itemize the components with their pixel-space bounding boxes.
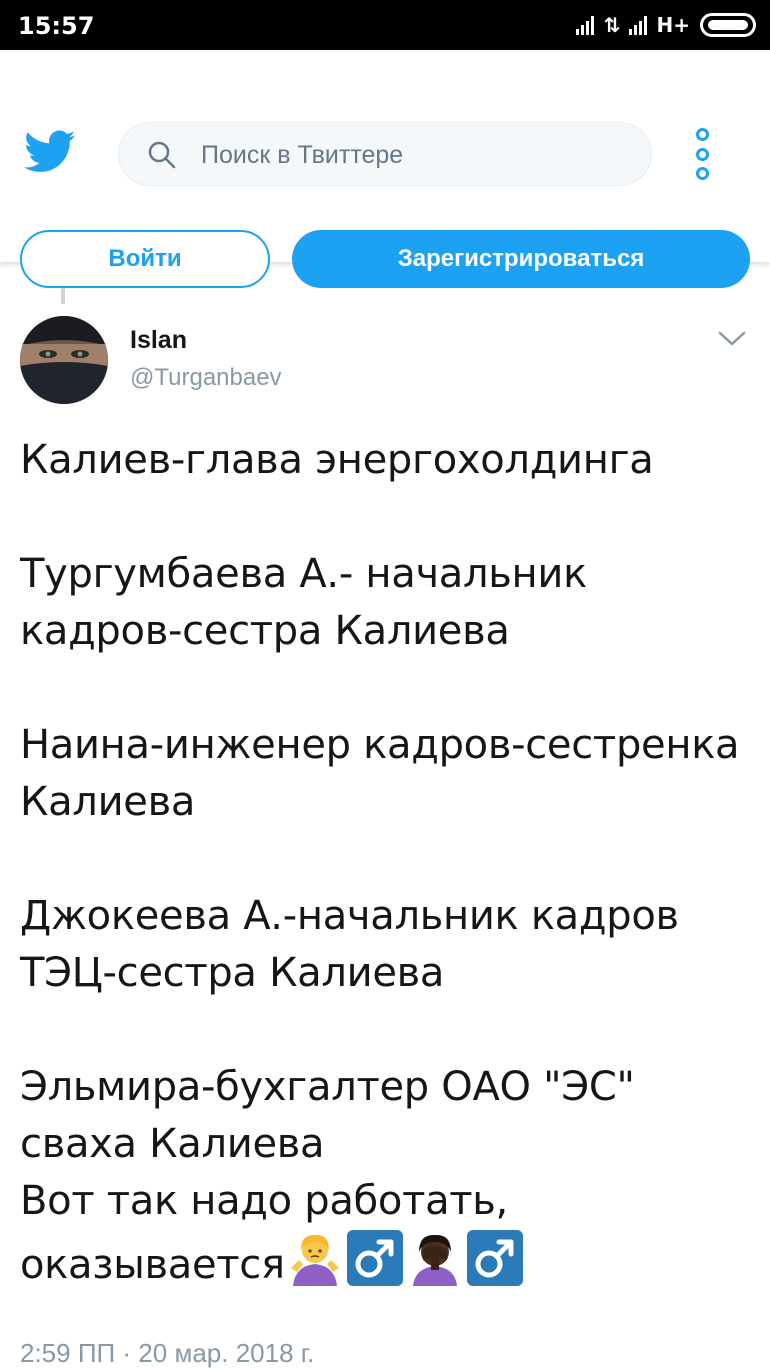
login-button[interactable]: Войти [20, 230, 270, 288]
avatar-image [20, 316, 108, 404]
signal-icon [628, 15, 647, 35]
status-bar: 15:57 ⇅ H+ [0, 0, 770, 50]
twitter-bird-icon[interactable] [24, 130, 76, 174]
tweet-timestamp[interactable]: 2:59 ПП · 20 мар. 2018 г. [20, 1338, 314, 1369]
tweet-line: Тургумбаева А.- начальник [20, 551, 587, 597]
tweet-line: Джокеева А.-начальник кадров [20, 893, 679, 939]
person-facepalming-emoji [412, 1234, 457, 1286]
header: Поиск в Твиттере Войти Зарегистрироватьс… [0, 50, 770, 288]
tweet-last-line: оказывается [20, 1230, 755, 1294]
tweet-line: Эльмира-бухгалтер ОАО "ЭС" [20, 1064, 635, 1110]
tweet-text: Калиев-глава энергохолдинга Тургумбаева … [20, 432, 755, 1294]
tweet-line: Вот так надо работать, [20, 1178, 508, 1224]
more-options-icon[interactable] [692, 128, 712, 180]
tweet-line: ТЭЦ-сестра Калиева [20, 950, 445, 996]
battery-icon [700, 13, 756, 37]
search-icon [148, 141, 176, 169]
tweet-line: сваха Калиева [20, 1121, 325, 1167]
tweet-line: кадров-сестра Калиева [20, 608, 510, 654]
status-time: 15:57 [18, 12, 95, 40]
signal-icon [575, 15, 594, 35]
avatar[interactable] [20, 316, 108, 404]
tweet-line: Калиева [20, 779, 196, 825]
person-shrugging-emoji [290, 1234, 339, 1286]
tweet-line: Наина-инженер кадров-сестренка [20, 722, 740, 768]
search-placeholder: Поиск в Твиттере [201, 141, 404, 169]
signup-button[interactable]: Зарегистрироваться [292, 230, 750, 288]
emoji-group [287, 1230, 523, 1286]
user-name[interactable]: Islan [130, 326, 187, 355]
search-input[interactable]: Поиск в Твиттере [118, 122, 652, 186]
data-arrows-icon: ⇅ [603, 13, 621, 37]
user-handle[interactable]: @Turganbaev [130, 364, 282, 392]
network-type: H+ [656, 13, 691, 37]
chevron-down-icon[interactable] [718, 330, 746, 348]
status-icons: ⇅ H+ [575, 11, 756, 39]
tweet-line: оказывается [20, 1242, 285, 1288]
male-sign-emoji [346, 1230, 403, 1286]
male-sign-emoji [466, 1230, 523, 1286]
tweet-line: Калиев-глава энергохолдинга [20, 437, 654, 483]
